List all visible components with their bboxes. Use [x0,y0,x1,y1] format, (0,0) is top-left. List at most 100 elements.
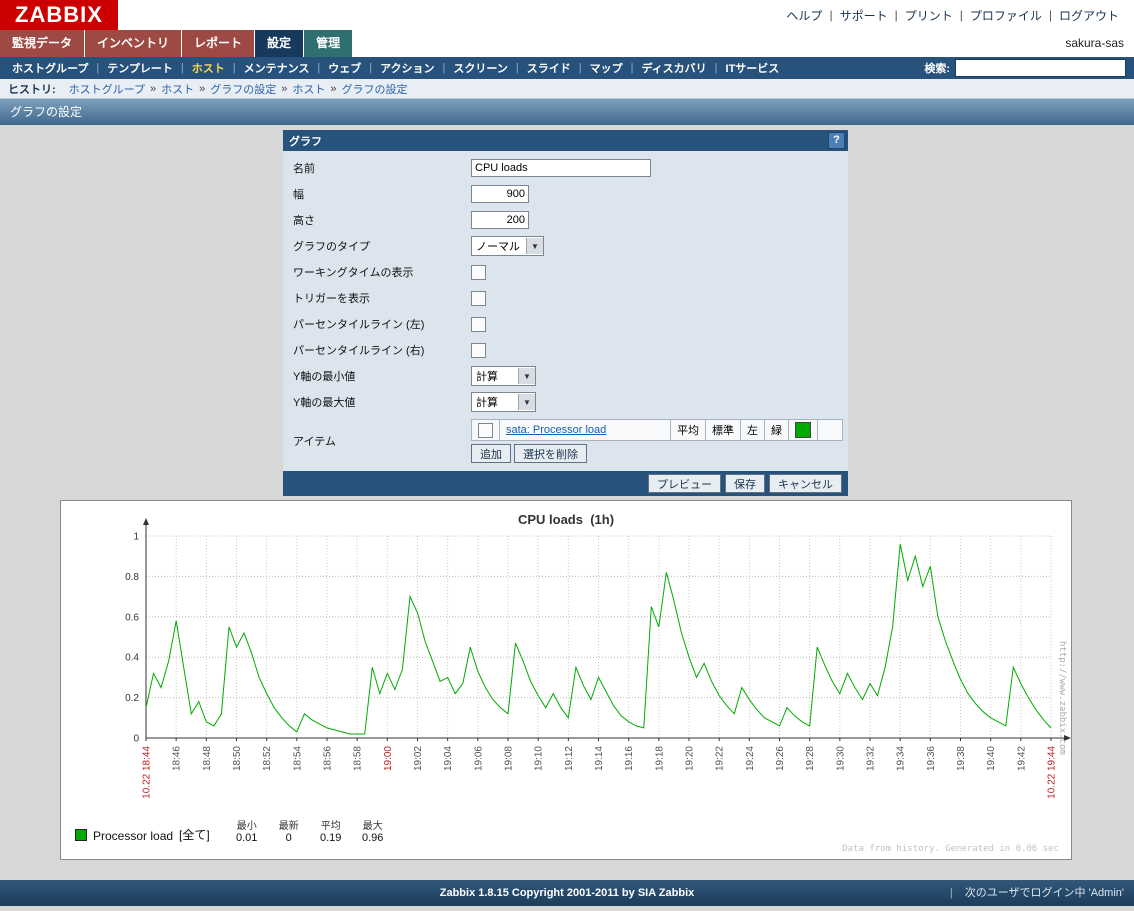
name-field[interactable] [471,159,651,177]
top-link-0[interactable]: ヘルプ [779,7,829,24]
sub-navigation: ホストグループ|テンプレート|ホスト|メンテナンス|ウェブ|アクション|スクリー… [0,57,1134,79]
main-tab-4[interactable]: 管理 [304,30,352,57]
dialog-header: グラフ ? [283,130,848,151]
main-menu-row: 監視データインベントリレポート設定管理 sakura-sas [0,30,1134,57]
svg-text:0.8: 0.8 [125,572,139,583]
triggers-checkbox[interactable] [471,291,486,306]
breadcrumb-link-0[interactable]: ホストグループ [69,81,145,97]
main-tab-3[interactable]: 設定 [255,30,303,57]
subnav-item-6[interactable]: スクリーン [445,60,515,76]
worktime-checkbox[interactable] [471,265,486,280]
legend-column-header: 最小 [226,817,268,832]
svg-text:1: 1 [133,532,139,543]
subnav-item-10[interactable]: ITサービス [718,60,788,76]
breadcrumb-link-2[interactable]: グラフの設定 [210,81,276,97]
form-row-ymin: Y軸の最小値 計算 ▼ [283,363,848,389]
add-button[interactable]: 追加 [471,444,511,463]
chevron-down-icon: ▼ [518,394,535,410]
subnav-item-8[interactable]: マップ [582,60,631,76]
breadcrumb-link-3[interactable]: ホスト [292,81,325,97]
items-label: アイテム [283,419,471,449]
graph-config-dialog: グラフ ? 名前 幅 高さ グラフのタイプ ノーマル ▼ [283,130,848,496]
breadcrumb-separator: » [281,83,287,95]
svg-text:19:32: 19:32 [866,746,877,771]
svg-text:19:20: 19:20 [685,746,696,771]
width-label: 幅 [283,186,471,202]
breadcrumb-link-1[interactable]: ホスト [161,81,194,97]
delete-selected-button[interactable]: 選択を削除 [514,444,587,463]
form-row-worktime: ワーキングタイムの表示 [283,259,848,285]
legend-column-header: 最新 [268,817,310,832]
item-function: 平均 [671,420,706,441]
legend-color-swatch [75,829,87,841]
svg-text:19:02: 19:02 [413,746,424,771]
breadcrumb-prefix: ヒストリ: [8,81,56,97]
percentile-left-label: パーセンタイルライン (左) [283,316,471,332]
subnav-item-0[interactable]: ホストグループ [4,60,96,76]
preview-button[interactable]: プレビュー [648,474,721,493]
subnav-item-4[interactable]: ウェブ [320,60,369,76]
svg-text:18:50: 18:50 [232,746,243,771]
save-button[interactable]: 保存 [725,474,765,493]
search-input[interactable] [955,59,1126,77]
item-color-swatch[interactable] [795,422,811,438]
svg-text:19:04: 19:04 [443,746,454,771]
subnav-item-7[interactable]: スライド [519,60,579,76]
svg-text:18:58: 18:58 [353,746,364,771]
subnav-item-9[interactable]: ディスカバリ [633,60,714,76]
width-field[interactable] [471,185,529,203]
item-spare-cell [818,420,843,441]
form-row-percentile-left: パーセンタイルライン (左) [283,311,848,337]
form-row-height: 高さ [283,207,848,233]
top-link-1[interactable]: サポート [833,7,895,24]
form-row-graph-type: グラフのタイプ ノーマル ▼ [283,233,848,259]
help-icon[interactable]: ? [828,132,845,149]
subnav-item-3[interactable]: メンテナンス [236,60,318,76]
top-links: ヘルプ|サポート|プリント|プロファイル|ログアウト [779,0,1126,30]
svg-text:18:48: 18:48 [202,746,213,771]
svg-text:19:06: 19:06 [473,746,484,771]
height-field[interactable] [471,211,529,229]
ymax-select[interactable]: 計算 ▼ [471,392,536,412]
svg-text:19:08: 19:08 [504,746,515,771]
svg-text:0: 0 [133,734,139,745]
name-label: 名前 [283,160,471,176]
legend-column-2: 平均0.19 [310,817,352,844]
legend-column-value: 0.01 [226,832,268,844]
item-color-label: 緑 [765,420,789,441]
main-menu: 監視データインベントリレポート設定管理 [0,30,353,57]
breadcrumb-separator: » [150,83,156,95]
svg-text:19:18: 19:18 [654,746,665,771]
main-tab-2[interactable]: レポート [182,30,254,57]
ymin-select[interactable]: 計算 ▼ [471,366,536,386]
subnav-item-5[interactable]: アクション [372,60,442,76]
top-link-2[interactable]: プリント [898,7,960,24]
subnav-item-2[interactable]: ホスト [184,60,233,76]
form-row-percentile-right: パーセンタイルライン (右) [283,337,848,363]
svg-text:18:52: 18:52 [262,746,273,771]
main-tab-0[interactable]: 監視データ [0,30,84,57]
graph-type-label: グラフのタイプ [283,238,471,254]
cancel-button[interactable]: キャンセル [769,474,842,493]
top-link-4[interactable]: ログアウト [1052,7,1126,24]
ymax-label: Y軸の最大値 [283,394,471,410]
main-tab-1[interactable]: インベントリ [85,30,181,57]
server-name-label: sakura-sas [1065,30,1124,57]
breadcrumb-link-4[interactable]: グラフの設定 [342,81,408,97]
graph-type-select[interactable]: ノーマル ▼ [471,236,544,256]
subnav-item-1[interactable]: テンプレート [99,60,181,76]
percentile-right-checkbox[interactable] [471,343,486,358]
percentile-left-checkbox[interactable] [471,317,486,332]
item-select-checkbox[interactable] [478,423,493,438]
svg-text:19:22: 19:22 [715,746,726,771]
zabbix-logo: ZABBIX [0,0,118,30]
svg-text:10.22 18:44: 10.22 18:44 [142,746,153,799]
top-link-3[interactable]: プロファイル [963,7,1049,24]
svg-text:19:12: 19:12 [564,746,575,771]
zabbix-page: ZABBIX ヘルプ|サポート|プリント|プロファイル|ログアウト 監視データイ… [0,0,1134,911]
item-link[interactable]: sata: Processor load [506,424,606,436]
svg-text:19:10: 19:10 [534,746,545,771]
svg-text:19:34: 19:34 [896,746,907,771]
legend-column-header: 最大 [352,817,394,832]
legend-period: [全て] [179,826,210,843]
